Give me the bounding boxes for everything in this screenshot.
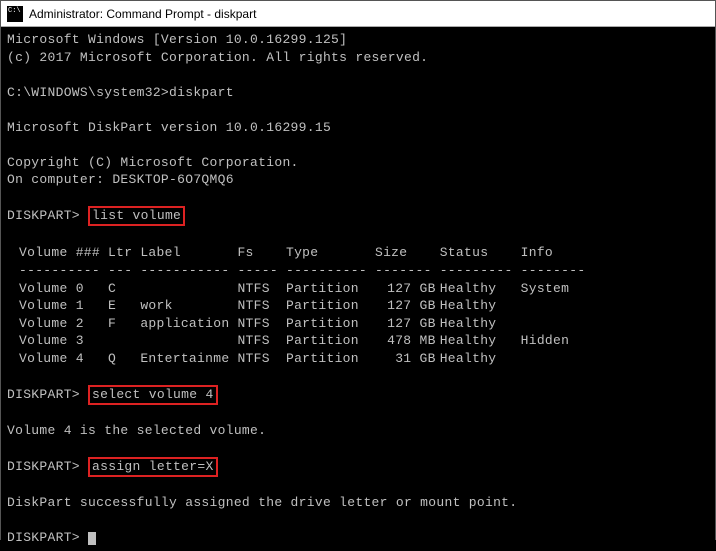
cmd-icon	[7, 6, 23, 22]
col-size: Size	[375, 244, 440, 263]
volume-table: Volume ### Ltr Label Fs Type Size Status…	[19, 244, 593, 368]
col-type: Type	[286, 244, 375, 263]
col-fs: Fs	[237, 244, 286, 263]
line-assign-msg: DiskPart successfully assigned the drive…	[7, 495, 517, 510]
prompt-diskpart: DISKPART>	[7, 387, 80, 402]
cmd-list-volume: list volume	[88, 206, 185, 226]
cmd-diskpart: diskpart	[169, 85, 234, 100]
line-dpver: Microsoft DiskPart version 10.0.16299.15	[7, 120, 331, 135]
table-row: Volume 2FapplicationNTFSPartition127 GBH…	[19, 315, 593, 333]
table-row: Volume 0CNTFSPartition127 GBHealthySyste…	[19, 280, 593, 298]
col-ltr: Ltr	[108, 244, 140, 263]
titlebar[interactable]: Administrator: Command Prompt - diskpart	[1, 1, 715, 27]
col-status: Status	[440, 244, 521, 263]
cmd-select-volume: select volume 4	[88, 385, 218, 405]
line-oncomputer: On computer: DESKTOP-6O7QMQ6	[7, 172, 234, 187]
terminal-output[interactable]: Microsoft Windows [Version 10.0.16299.12…	[1, 27, 715, 551]
line-winver: Microsoft Windows [Version 10.0.16299.12…	[7, 32, 347, 47]
cursor[interactable]	[88, 532, 96, 545]
line-copyright2: Copyright (C) Microsoft Corporation.	[7, 155, 299, 170]
col-label: Label	[140, 244, 237, 263]
table-row: Volume 1EworkNTFSPartition127 GBHealthy	[19, 297, 593, 315]
table-row: Volume 4QEntertainmeNTFSPartition31 GBHe…	[19, 350, 593, 368]
prompt-sys32: C:\WINDOWS\system32>	[7, 85, 169, 100]
prompt-diskpart: DISKPART>	[7, 530, 80, 545]
line-selected-msg: Volume 4 is the selected volume.	[7, 423, 266, 438]
table-dash-row: ---------- --- ----------- ----- -------…	[19, 262, 593, 280]
prompt-diskpart: DISKPART>	[7, 208, 80, 223]
table-header-row: Volume ### Ltr Label Fs Type Size Status…	[19, 244, 593, 263]
window-title: Administrator: Command Prompt - diskpart	[29, 7, 256, 21]
cmd-assign-letter: assign letter=X	[88, 457, 218, 477]
prompt-diskpart: DISKPART>	[7, 459, 80, 474]
table-row: Volume 3NTFSPartition478 MBHealthyHidden	[19, 332, 593, 350]
col-info: Info	[521, 244, 594, 263]
col-volume: Volume ###	[19, 244, 108, 263]
line-copyright1: (c) 2017 Microsoft Corporation. All righ…	[7, 50, 428, 65]
